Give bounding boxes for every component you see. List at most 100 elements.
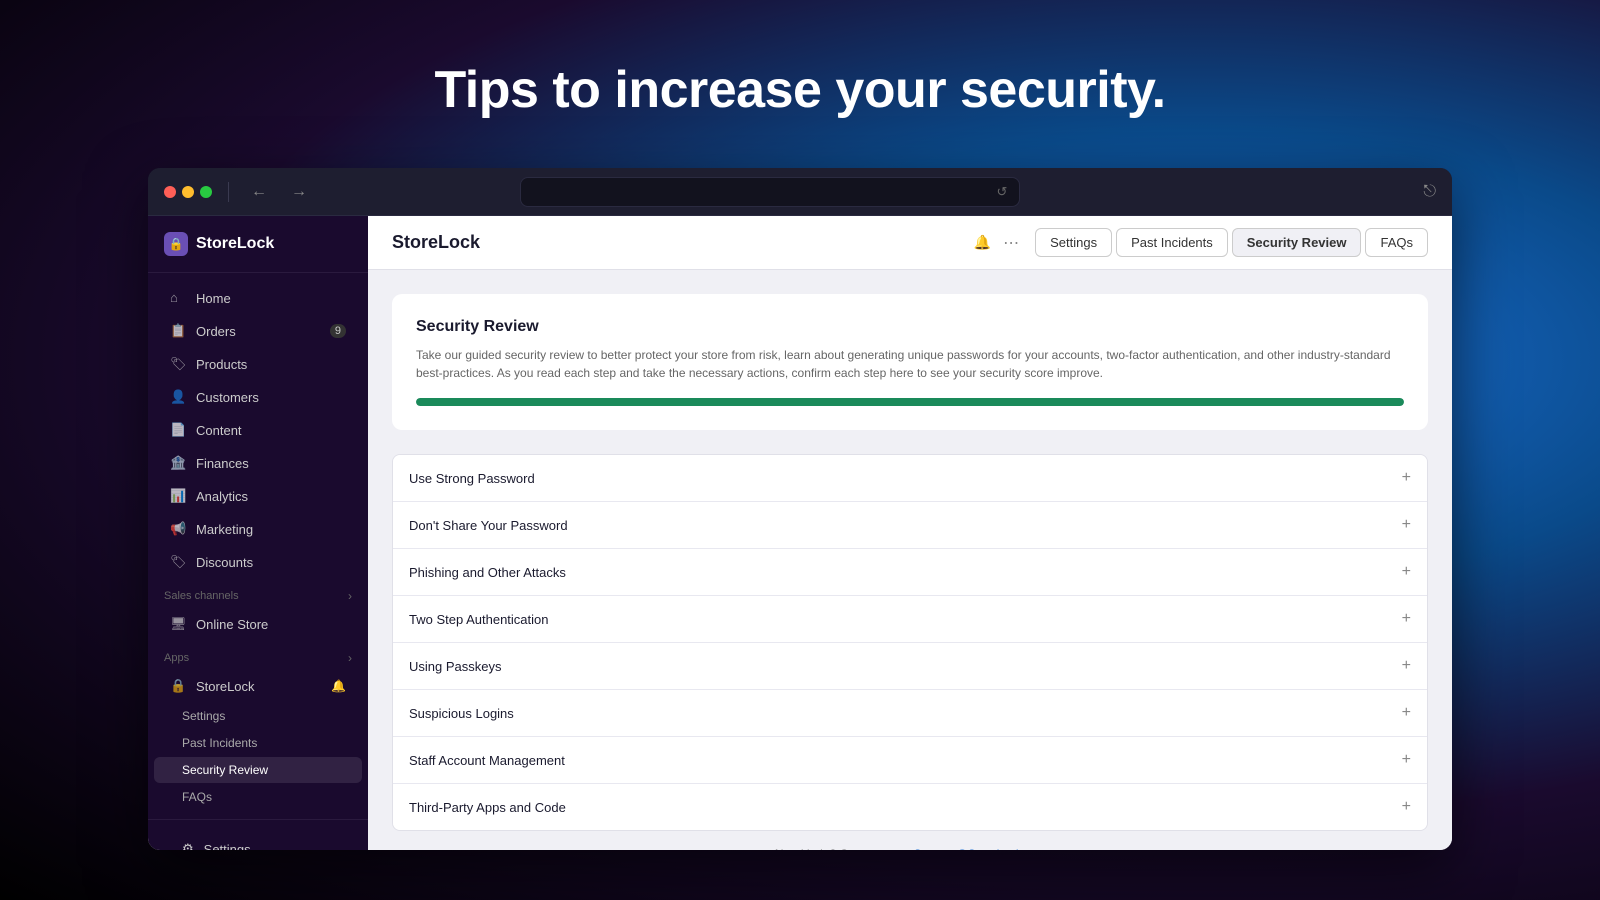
sidebar-item-discounts[interactable]: 🏷 Discounts: [154, 546, 362, 578]
apps-expand-icon[interactable]: ›: [348, 651, 352, 665]
sidebar-item-products[interactable]: 🏷 Products: [154, 348, 362, 380]
sidebar-item-orders[interactable]: 📋 Orders 9: [154, 315, 362, 347]
tab-past-incidents[interactable]: Past Incidents: [1116, 228, 1228, 257]
bell-icon[interactable]: 🔔: [331, 679, 346, 693]
marketing-icon: 📢: [170, 521, 186, 537]
tab-settings[interactable]: Settings: [1035, 228, 1112, 257]
footer-help-text: Need help? Contact us at: [775, 847, 914, 850]
sidebar-item-label: Discounts: [196, 555, 253, 570]
finances-icon: 🏦: [170, 455, 186, 471]
expand-icon: +: [1402, 516, 1411, 534]
close-button[interactable]: [164, 186, 176, 198]
accordion-label: Using Passkeys: [409, 659, 501, 674]
sidebar-item-label: StoreLock: [196, 679, 255, 694]
accordion-item-staff-account[interactable]: Staff Account Management +: [393, 737, 1427, 784]
expand-icon: +: [1402, 563, 1411, 581]
accordion-item-passkeys[interactable]: Using Passkeys +: [393, 643, 1427, 690]
expand-icon: +: [1402, 798, 1411, 816]
hero-title: Tips to increase your security.: [434, 60, 1165, 120]
accordion-label: Suspicious Logins: [409, 706, 514, 721]
browser-window: ← → ↺ ⎋ 🔒 StoreLock ⌂ Home 📋: [148, 168, 1452, 850]
accordion-label: Use Strong Password: [409, 471, 535, 486]
sidebar-item-marketing[interactable]: 📢 Marketing: [154, 513, 362, 545]
accordion-item-phishing[interactable]: Phishing and Other Attacks +: [393, 549, 1427, 596]
traffic-lights: [164, 186, 212, 198]
sidebar-item-finances[interactable]: 🏦 Finances: [154, 447, 362, 479]
sidebar-settings[interactable]: ⚙ Settings: [166, 833, 350, 850]
chrome-divider: [228, 182, 229, 202]
address-bar[interactable]: ↺: [520, 177, 1020, 207]
accordion-label: Third-Party Apps and Code: [409, 800, 566, 815]
reload-icon[interactable]: ↺: [997, 184, 1008, 200]
tab-faqs[interactable]: FAQs: [1365, 228, 1428, 257]
sub-nav-label: Security Review: [182, 763, 268, 777]
accordion-item-strong-password[interactable]: Use Strong Password +: [393, 455, 1427, 502]
sidebar-item-label: Customers: [196, 390, 259, 405]
forward-button[interactable]: →: [285, 179, 313, 205]
security-review-title: Security Review: [416, 318, 1404, 336]
more-topbar-icon[interactable]: ⋯: [1003, 233, 1019, 253]
settings-icon: ⚙: [182, 841, 194, 850]
analytics-icon: 📊: [170, 488, 186, 504]
logo-icon: 🔒: [164, 232, 188, 256]
accordion-item-third-party[interactable]: Third-Party Apps and Code +: [393, 784, 1427, 830]
sub-nav-label: Settings: [182, 709, 225, 723]
tab-buttons: Settings Past Incidents Security Review …: [1035, 228, 1428, 257]
content-area: Security Review Take our guided security…: [368, 270, 1452, 850]
sidebar-item-label: Orders: [196, 324, 236, 339]
apps-section: Apps ›: [148, 641, 368, 669]
tab-security-review[interactable]: Security Review: [1232, 228, 1362, 257]
sub-nav-faqs[interactable]: FAQs: [154, 784, 362, 810]
sidebar-item-label: Marketing: [196, 522, 253, 537]
accordion-item-suspicious[interactable]: Suspicious Logins +: [393, 690, 1427, 737]
sidebar-item-online-store[interactable]: 🖥 Online Store: [154, 608, 362, 640]
app-layout: 🔒 StoreLock ⌂ Home 📋 Orders 9 🏷 Products: [148, 216, 1452, 850]
security-review-description: Take our guided security review to bette…: [416, 346, 1404, 382]
sub-nav-security-review[interactable]: Security Review: [154, 757, 362, 783]
minimize-button[interactable]: [182, 186, 194, 198]
expand-icon: +: [1402, 704, 1411, 722]
online-store-icon: 🖥: [170, 616, 186, 632]
page-title: StoreLock: [392, 232, 480, 253]
maximize-button[interactable]: [200, 186, 212, 198]
sidebar-logo: 🔒 StoreLock: [148, 216, 368, 273]
sidebar-item-analytics[interactable]: 📊 Analytics: [154, 480, 362, 512]
expand-icon[interactable]: ›: [348, 589, 352, 603]
sub-nav-label: Past Incidents: [182, 736, 257, 750]
settings-label: Settings: [204, 842, 251, 851]
sidebar: 🔒 StoreLock ⌂ Home 📋 Orders 9 🏷 Products: [148, 216, 368, 850]
sidebar-item-content[interactable]: 📄 Content: [154, 414, 362, 446]
orders-badge: 9: [330, 324, 346, 338]
expand-icon: +: [1402, 751, 1411, 769]
sidebar-item-home[interactable]: ⌂ Home: [154, 282, 362, 314]
accordion-item-two-step[interactable]: Two Step Authentication +: [393, 596, 1427, 643]
bell-topbar-icon[interactable]: 🔔: [974, 234, 991, 251]
sub-nav-label: FAQs: [182, 790, 212, 804]
home-icon: ⌂: [170, 290, 186, 306]
expand-icon: +: [1402, 610, 1411, 628]
sidebar-bottom: ⚙ Settings: [148, 819, 368, 850]
share-button[interactable]: ⎋: [1423, 183, 1436, 201]
storelock-icon: 🔒: [170, 678, 186, 694]
accordion-item-dont-share[interactable]: Don't Share Your Password +: [393, 502, 1427, 549]
sidebar-item-label: Analytics: [196, 489, 248, 504]
orders-icon: 📋: [170, 323, 186, 339]
logo: 🔒 StoreLock: [164, 232, 352, 256]
sidebar-item-label: Online Store: [196, 617, 268, 632]
security-review-section: Security Review Take our guided security…: [392, 294, 1428, 430]
products-icon: 🏷: [170, 356, 186, 372]
sidebar-item-storelock[interactable]: 🔒 StoreLock 🔔: [154, 670, 362, 702]
sidebar-item-label: Home: [196, 291, 231, 306]
logo-name: StoreLock: [196, 235, 274, 253]
footer-email[interactable]: Support@StoreLock.app: [914, 847, 1046, 850]
content-icon: 📄: [170, 422, 186, 438]
sidebar-nav: ⌂ Home 📋 Orders 9 🏷 Products 👤 Customers: [148, 273, 368, 819]
apps-label: Apps: [164, 652, 189, 664]
customers-icon: 👤: [170, 389, 186, 405]
sub-nav-past-incidents[interactable]: Past Incidents: [154, 730, 362, 756]
sub-nav-settings[interactable]: Settings: [154, 703, 362, 729]
sidebar-item-label: Content: [196, 423, 242, 438]
back-button[interactable]: ←: [245, 179, 273, 205]
sidebar-item-customers[interactable]: 👤 Customers: [154, 381, 362, 413]
browser-chrome: ← → ↺ ⎋: [148, 168, 1452, 216]
